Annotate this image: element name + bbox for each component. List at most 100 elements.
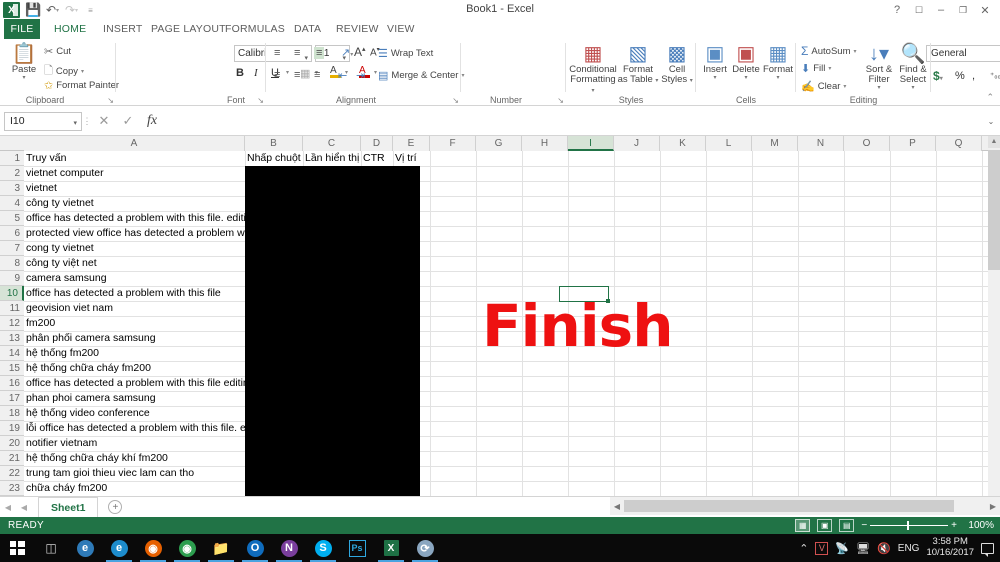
row-header-11[interactable]: 11	[0, 301, 24, 316]
language-indicator[interactable]: ENG	[898, 543, 920, 554]
column-header-q[interactable]: Q	[936, 136, 982, 151]
taskbar-photoshop-icon[interactable]: Ps	[340, 534, 374, 562]
zoom-track[interactable]	[870, 521, 949, 530]
expand-formula-bar-icon[interactable]: ⌄	[982, 117, 1000, 126]
action-center-icon[interactable]	[981, 542, 994, 557]
taskbar-firefox-icon[interactable]: ◉	[136, 534, 170, 562]
wrap-text-button[interactable]: ☰ Wrap Text	[378, 47, 433, 60]
format-as-table-button[interactable]: ▧ Format as Table ▾	[617, 43, 659, 85]
cell-c1[interactable]: Lần hiển thị	[303, 151, 361, 166]
accounting-format-button[interactable]: $▾	[933, 69, 943, 83]
tab-review[interactable]: REVIEW	[328, 19, 387, 39]
task-view-button[interactable]: ◫	[34, 534, 68, 562]
vmware-tray-icon[interactable]: V	[815, 541, 829, 555]
row-header-18[interactable]: 18	[0, 406, 24, 421]
column-header-k[interactable]: K	[660, 136, 706, 151]
row-header-17[interactable]: 17	[0, 391, 24, 406]
column-header-a[interactable]: A	[24, 136, 245, 151]
align-top-button[interactable]: ≡	[274, 47, 280, 59]
start-button[interactable]	[0, 534, 34, 562]
close-button[interactable]: ✕	[974, 1, 996, 19]
font-dialog-launcher[interactable]: ↘	[257, 96, 264, 105]
align-middle-button[interactable]: ≡	[294, 47, 300, 59]
paste-button[interactable]: 📋 Paste ▾	[4, 43, 44, 81]
autosum-button[interactable]: Σ AutoSum ▾	[801, 44, 857, 58]
zoom-in-button[interactable]: +	[951, 520, 957, 531]
row-header-13[interactable]: 13	[0, 331, 24, 346]
row-header-16[interactable]: 16	[0, 376, 24, 391]
zoom-thumb[interactable]	[907, 521, 910, 530]
prev-sheet-button[interactable]: ◀	[16, 503, 32, 512]
row-header-8[interactable]: 8	[0, 256, 24, 271]
scroll-left-arrow[interactable]: ◀	[610, 502, 624, 511]
column-header-d[interactable]: D	[361, 136, 393, 151]
cancel-entry-icon[interactable]: ✕	[92, 113, 116, 129]
percent-format-button[interactable]: %	[955, 70, 965, 82]
taskbar-skype-icon[interactable]: S	[306, 534, 340, 562]
comma-format-button[interactable]: ,	[972, 70, 975, 82]
display-icon[interactable]: 🖥	[856, 542, 870, 555]
row-header-5[interactable]: 5	[0, 211, 24, 226]
restore-button[interactable]: ❐	[952, 1, 974, 19]
view-page-break-button[interactable]: ▤	[839, 519, 855, 532]
decrease-indent-button[interactable]: ⇤	[338, 69, 347, 82]
tab-view[interactable]: VIEW	[379, 19, 423, 39]
vertical-scroll-thumb[interactable]	[988, 150, 1000, 270]
view-normal-button[interactable]: ▦	[795, 519, 811, 532]
tab-file[interactable]: FILE	[4, 19, 40, 39]
row-header-7[interactable]: 7	[0, 241, 24, 256]
row-header-2[interactable]: 2	[0, 166, 24, 181]
row-header-20[interactable]: 20	[0, 436, 24, 451]
column-header-c[interactable]: C	[303, 136, 361, 151]
increase-decimal-button[interactable]: ⁺₀₀	[990, 71, 1000, 80]
find-select-button[interactable]: 🔍 Find & Select ▾	[896, 43, 930, 91]
taskbar-edge-icon[interactable]: e	[68, 534, 102, 562]
cell-b1[interactable]: Nhấp chuột	[245, 151, 303, 166]
column-header-o[interactable]: O	[844, 136, 890, 151]
row-header-14[interactable]: 14	[0, 346, 24, 361]
network-icon[interactable]: 📡	[835, 542, 849, 555]
first-sheet-button[interactable]: ◀	[0, 503, 16, 512]
format-painter-button[interactable]: ✩ Format Painter	[44, 79, 119, 92]
zoom-out-button[interactable]: −	[861, 520, 867, 531]
taskbar-teamviewer-icon[interactable]: ⟳	[408, 534, 442, 562]
minimize-button[interactable]: –	[930, 1, 952, 19]
insert-function-icon[interactable]: fx	[140, 113, 164, 129]
column-header-b[interactable]: B	[245, 136, 303, 151]
align-center-button[interactable]: ≡	[294, 69, 300, 81]
taskbar-excel-icon[interactable]: X	[374, 534, 408, 562]
column-header-p[interactable]: P	[890, 136, 936, 151]
collapse-ribbon-button[interactable]: ⌃	[986, 92, 994, 103]
ribbon-display-options-icon[interactable]: ☐	[908, 1, 930, 19]
vertical-scrollbar[interactable]: ▲	[988, 136, 1000, 496]
column-header-e[interactable]: E	[393, 136, 430, 151]
taskbar-file-explorer-icon[interactable]: 📁	[204, 534, 238, 562]
row-header-15[interactable]: 15	[0, 361, 24, 376]
delete-cells-button[interactable]: ▣ Delete ▾	[730, 43, 762, 81]
column-header-l[interactable]: L	[706, 136, 752, 151]
row-header-21[interactable]: 21	[0, 451, 24, 466]
cell-styles-button[interactable]: ▩ Cell Styles ▾	[659, 43, 695, 85]
taskbar-chrome-icon[interactable]: ◉	[170, 534, 204, 562]
format-cells-button[interactable]: ▦ Format ▾	[762, 43, 794, 81]
column-header-f[interactable]: F	[430, 136, 476, 151]
align-right-button[interactable]: ≡	[314, 69, 320, 81]
help-icon[interactable]: ?	[886, 1, 908, 19]
alignment-dialog-launcher[interactable]: ↘	[452, 96, 459, 105]
orientation-button[interactable]: ↗▾	[341, 46, 353, 59]
merge-center-button[interactable]: ▤ Merge & Center ▾	[378, 69, 464, 82]
show-hidden-icons-button[interactable]: ⌃	[799, 542, 808, 555]
insert-cells-button[interactable]: ▣ Insert ▾	[700, 43, 730, 81]
row-header-9[interactable]: 9	[0, 271, 24, 286]
row-header-19[interactable]: 19	[0, 421, 24, 436]
zoom-slider[interactable]: − +	[861, 520, 957, 531]
add-sheet-button[interactable]: +	[108, 500, 123, 514]
horizontal-scrollbar[interactable]: ◀ ▶	[610, 497, 1000, 515]
horizontal-scroll-thumb[interactable]	[624, 500, 954, 512]
bold-button[interactable]: B	[236, 67, 244, 79]
tab-data[interactable]: DATA	[286, 19, 329, 39]
taskbar-onenote-icon[interactable]: N	[272, 534, 306, 562]
row-header-4[interactable]: 4	[0, 196, 24, 211]
sheet-tab-sheet1[interactable]: Sheet1	[38, 497, 99, 517]
row-header-22[interactable]: 22	[0, 466, 24, 481]
